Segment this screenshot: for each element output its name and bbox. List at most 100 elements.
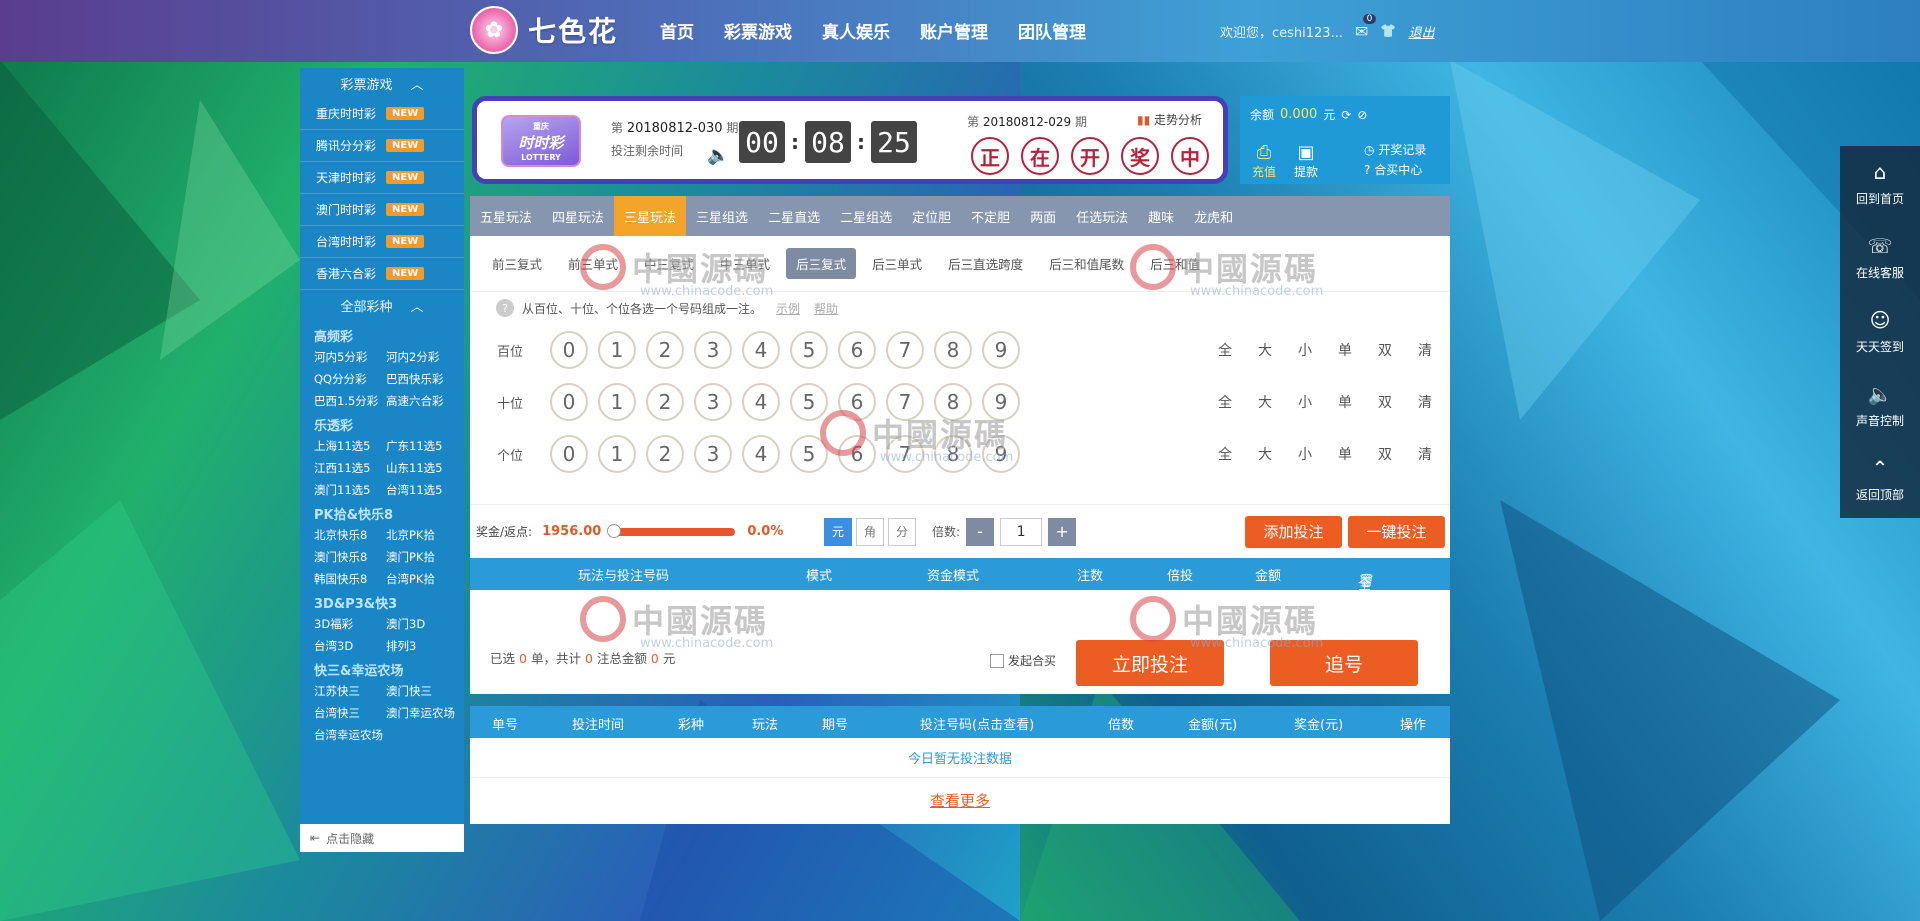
quick-pick-button[interactable]: 全: [1218, 340, 1232, 360]
quick-pick-button[interactable]: 清: [1418, 444, 1432, 464]
number-ball[interactable]: 2: [646, 383, 684, 421]
number-ball[interactable]: 0: [550, 383, 588, 421]
mail-icon[interactable]: ✉ 0: [1355, 14, 1377, 41]
category-item[interactable]: 台湾PK拾: [386, 571, 470, 587]
number-ball[interactable]: 8: [934, 383, 972, 421]
category-item[interactable]: 澳门11选5: [314, 482, 386, 498]
slider-knob[interactable]: [607, 523, 622, 538]
nav-home[interactable]: 首页: [660, 18, 694, 43]
number-ball[interactable]: 6: [838, 331, 876, 369]
tab-sub-play[interactable]: 中三复式: [634, 248, 704, 279]
number-ball[interactable]: 1: [598, 435, 636, 473]
category-item[interactable]: QQ分分彩: [314, 371, 386, 387]
tab-sub-play[interactable]: 后三复式: [786, 248, 857, 279]
number-ball[interactable]: 6: [838, 435, 876, 473]
number-ball[interactable]: 4: [742, 435, 780, 473]
category-item[interactable]: 上海11选5: [314, 438, 386, 454]
right-panel-item[interactable]: ☺ 天天签到: [1840, 294, 1920, 368]
number-ball[interactable]: 3: [694, 383, 732, 421]
tab-play-type[interactable]: 五星玩法: [470, 196, 542, 236]
nav-lottery[interactable]: 彩票游戏: [724, 18, 792, 43]
number-ball[interactable]: 3: [694, 435, 732, 473]
draw-record-link[interactable]: ◷ 开奖记录: [1364, 140, 1426, 160]
number-ball[interactable]: 8: [934, 331, 972, 369]
trend-analysis-link[interactable]: ▮▮ 走势分析: [1137, 111, 1202, 128]
tab-play-type[interactable]: 趣味: [1138, 196, 1184, 236]
quick-pick-button[interactable]: 清: [1418, 392, 1432, 412]
sidebar-hot-item[interactable]: 香港六合彩 NEW: [300, 258, 464, 290]
number-ball[interactable]: 3: [694, 331, 732, 369]
number-ball[interactable]: 9: [982, 331, 1020, 369]
number-ball[interactable]: 8: [934, 435, 972, 473]
right-panel-item[interactable]: ⌃ 返回顶部: [1840, 442, 1920, 516]
checkbox-box[interactable]: [990, 653, 1004, 668]
category-item[interactable]: 澳门快乐8: [314, 549, 386, 565]
category-item[interactable]: 山东11选5: [386, 460, 470, 476]
unit-fen[interactable]: 分: [888, 517, 916, 546]
nav-live-casino[interactable]: 真人娱乐: [822, 18, 890, 43]
sidebar-hot-item[interactable]: 重庆时时彩 NEW: [300, 98, 464, 130]
submit-bet-button[interactable]: 立即投注: [1076, 640, 1224, 686]
category-item[interactable]: 台湾幸运农场: [314, 727, 386, 743]
category-item[interactable]: 台湾3D: [314, 638, 386, 654]
unit-jiao[interactable]: 角: [856, 517, 884, 546]
category-item[interactable]: 澳门快三: [386, 683, 470, 699]
right-panel-item[interactable]: ⌂ 回到首页: [1840, 146, 1920, 220]
number-ball[interactable]: 4: [742, 383, 780, 421]
number-ball[interactable]: 5: [790, 331, 828, 369]
sidebar-hot-item[interactable]: 台湾时时彩 NEW: [300, 226, 464, 258]
category-item[interactable]: 韩国快乐8: [314, 571, 386, 587]
eye-hide-icon[interactable]: ⊘: [1357, 108, 1367, 122]
sidebar-hot-item[interactable]: 天津时时彩 NEW: [300, 162, 464, 194]
speaker-icon[interactable]: 🔈: [707, 145, 729, 166]
quick-pick-button[interactable]: 小: [1298, 444, 1312, 464]
withdraw-button[interactable]: ▣ 提款: [1294, 142, 1318, 180]
help-link[interactable]: 帮助: [814, 300, 838, 317]
number-ball[interactable]: 2: [646, 435, 684, 473]
logout-link[interactable]: 退出: [1409, 22, 1435, 41]
chase-number-button[interactable]: 追号: [1270, 640, 1418, 686]
category-item[interactable]: 北京快乐8: [314, 527, 386, 543]
number-ball[interactable]: 7: [886, 435, 924, 473]
quick-pick-button[interactable]: 全: [1218, 392, 1232, 412]
sidebar-all-header[interactable]: 全部彩种 ︿: [300, 290, 464, 320]
number-ball[interactable]: 7: [886, 383, 924, 421]
number-ball[interactable]: 4: [742, 331, 780, 369]
tab-sub-play[interactable]: 中三单式: [710, 248, 780, 279]
quick-pick-button[interactable]: 单: [1338, 444, 1352, 464]
category-item[interactable]: 巴西1.5分彩: [314, 393, 386, 409]
quick-bet-button[interactable]: 一键投注: [1348, 515, 1445, 548]
tab-play-type[interactable]: 二星直选: [758, 196, 830, 236]
example-link[interactable]: 示例: [776, 300, 800, 317]
category-item[interactable]: 澳门幸运农场: [386, 705, 470, 721]
category-item[interactable]: 澳门PK拾: [386, 549, 470, 565]
tab-play-type[interactable]: 四星玩法: [542, 196, 614, 236]
tab-play-type[interactable]: 两面: [1020, 196, 1066, 236]
sidebar-hot-item[interactable]: 澳门时时彩 NEW: [300, 194, 464, 226]
sidebar-lottery-header[interactable]: 彩票游戏 ︿: [300, 68, 464, 98]
number-ball[interactable]: 1: [598, 383, 636, 421]
tab-play-type[interactable]: 龙虎和: [1184, 196, 1243, 236]
right-panel-item[interactable]: ☏ 在线客服: [1840, 220, 1920, 294]
quick-pick-button[interactable]: 清: [1418, 340, 1432, 360]
multiple-minus-button[interactable]: -: [966, 517, 995, 546]
sidebar-hide-button[interactable]: ⇤ 点击隐藏: [300, 824, 464, 852]
quick-pick-button[interactable]: 大: [1258, 444, 1272, 464]
refresh-icon[interactable]: ⟳: [1341, 108, 1351, 122]
nav-team[interactable]: 团队管理: [1018, 18, 1086, 43]
number-ball[interactable]: 0: [550, 331, 588, 369]
quick-pick-button[interactable]: 大: [1258, 340, 1272, 360]
number-ball[interactable]: 1: [598, 331, 636, 369]
category-item[interactable]: 排列3: [386, 638, 470, 654]
category-item[interactable]: 广东11选5: [386, 438, 470, 454]
number-ball[interactable]: 7: [886, 331, 924, 369]
tab-play-type[interactable]: 任选玩法: [1066, 196, 1138, 236]
multiple-plus-button[interactable]: +: [1048, 517, 1077, 546]
tab-sub-play[interactable]: 前三单式: [558, 248, 628, 279]
syndicate-checkbox[interactable]: 发起合买: [990, 652, 1056, 669]
number-ball[interactable]: 9: [982, 435, 1020, 473]
sidebar-hot-item[interactable]: 腾讯分分彩 NEW: [300, 130, 464, 162]
category-item[interactable]: 澳门3D: [386, 616, 470, 632]
right-panel-item[interactable]: 🔈 声音控制: [1840, 368, 1920, 442]
number-ball[interactable]: 0: [550, 435, 588, 473]
